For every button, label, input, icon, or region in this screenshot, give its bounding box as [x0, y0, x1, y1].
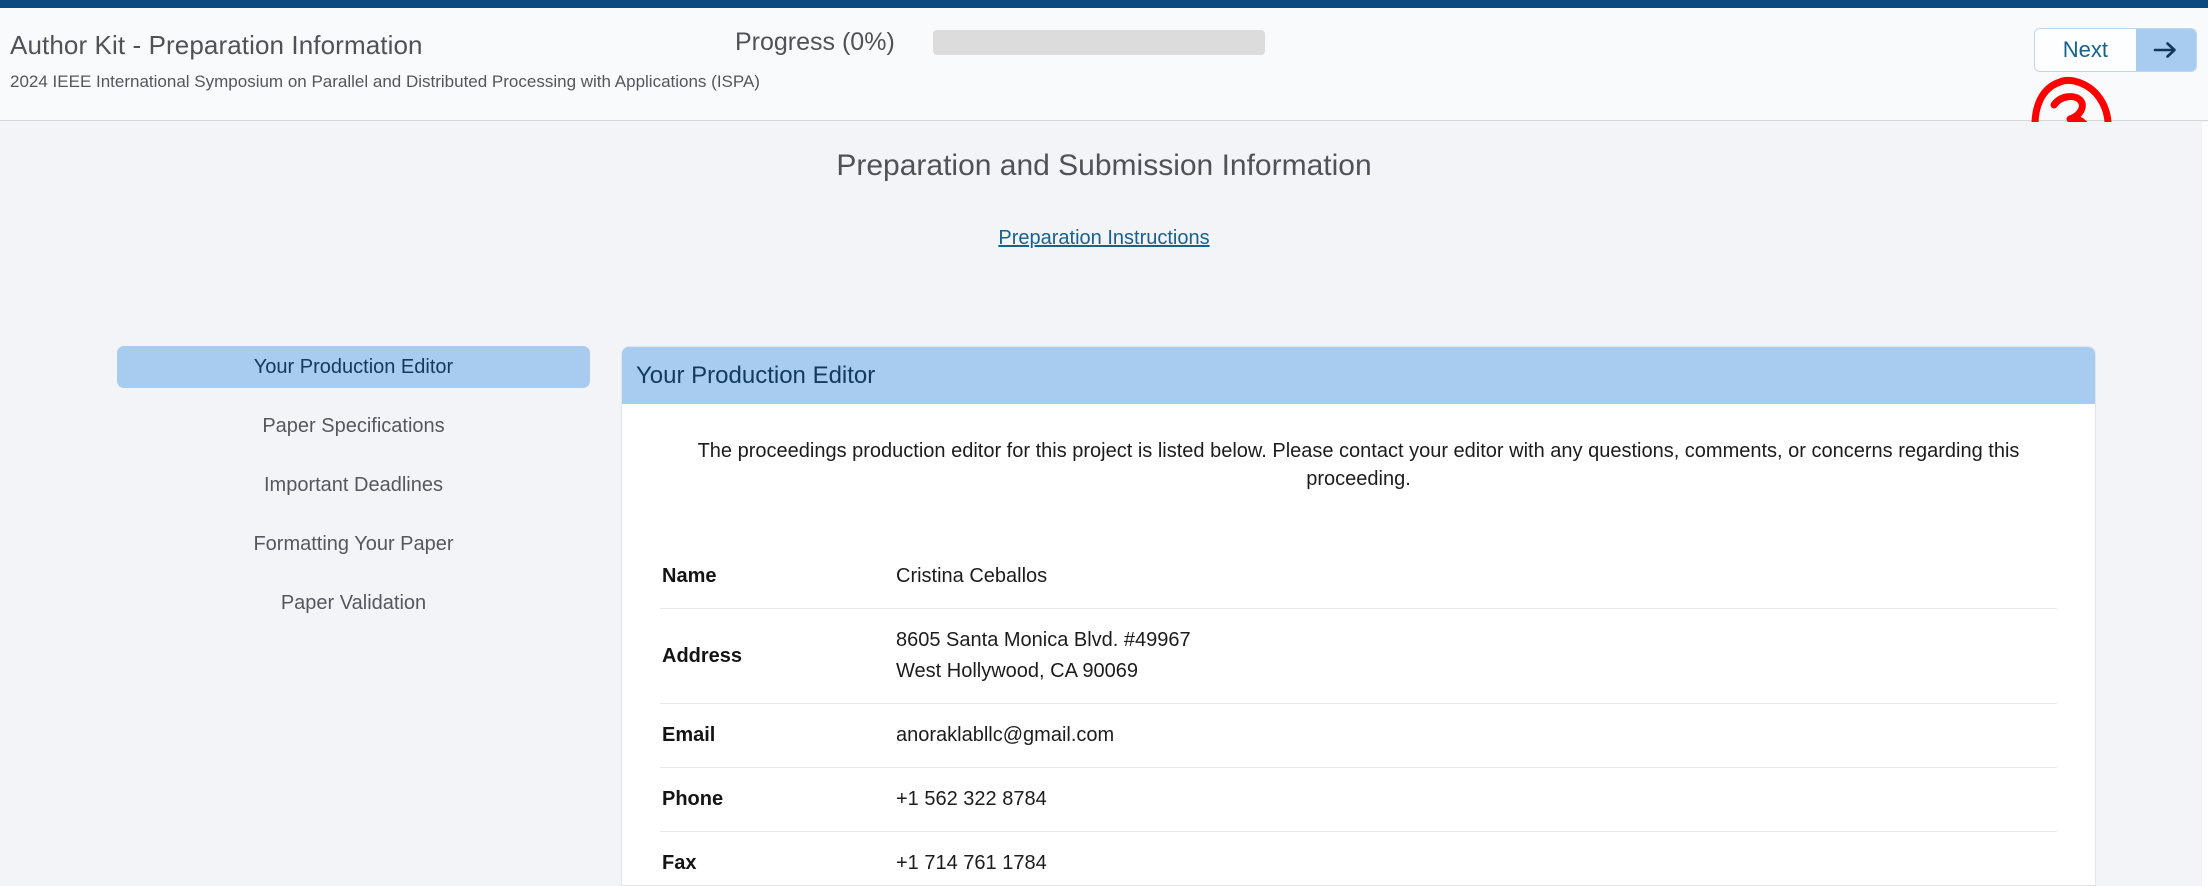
- sidebar-item-formatting-your-paper[interactable]: Formatting Your Paper: [117, 523, 590, 565]
- table-row: Phone+1 562 322 8784: [660, 768, 2057, 832]
- detail-value-line: Cristina Ceballos: [896, 561, 2057, 592]
- main-content: Preparation and Submission Information P…: [0, 122, 2208, 886]
- next-button[interactable]: Next: [2034, 28, 2197, 72]
- detail-label-name: Name: [660, 545, 896, 609]
- app-header: Author Kit - Preparation Information 202…: [0, 8, 2208, 121]
- sidebar-item-label: Your Production Editor: [254, 356, 453, 379]
- panel-body: The proceedings production editor for th…: [622, 438, 2095, 886]
- editor-details-table: NameCristina CeballosAddress8605 Santa M…: [660, 545, 2057, 886]
- detail-value-name: Cristina Ceballos: [896, 545, 2057, 609]
- detail-value-email: anoraklabllc@gmail.com: [896, 704, 2057, 768]
- sidebar-item-paper-specifications[interactable]: Paper Specifications: [117, 405, 590, 447]
- sidebar-item-your-production-editor[interactable]: Your Production Editor: [117, 346, 590, 388]
- progress-label: Progress (0%): [735, 28, 895, 57]
- section-nav: Your Production Editor Paper Specificatio…: [117, 346, 590, 641]
- panel-intro-text: The proceedings production editor for th…: [660, 438, 2057, 493]
- detail-value-fax: +1 714 761 1784: [896, 832, 2057, 886]
- production-editor-panel: Your Production Editor The proceedings p…: [621, 346, 2096, 886]
- next-button-label: Next: [2035, 29, 2136, 71]
- page-header-title: Author Kit - Preparation Information: [10, 30, 423, 61]
- detail-label-phone: Phone: [660, 768, 896, 832]
- table-row: NameCristina Ceballos: [660, 545, 2057, 609]
- table-row: Emailanoraklabllc@gmail.com: [660, 704, 2057, 768]
- sidebar-item-label: Paper Specifications: [262, 415, 444, 438]
- detail-value-address: 8605 Santa Monica Blvd. #49967West Holly…: [896, 609, 2057, 704]
- progress-bar-track: [933, 30, 1265, 55]
- detail-value-line: anoraklabllc@gmail.com: [896, 720, 2057, 751]
- prep-link-row: Preparation Instructions: [0, 227, 2208, 250]
- page-title: Preparation and Submission Information: [0, 149, 2208, 183]
- sidebar-item-label: Important Deadlines: [264, 474, 443, 497]
- detail-value-line: +1 714 761 1784: [896, 848, 2057, 879]
- table-row: Address8605 Santa Monica Blvd. #49967Wes…: [660, 609, 2057, 704]
- detail-label-email: Email: [660, 704, 896, 768]
- arrow-right-icon[interactable]: [2136, 29, 2196, 71]
- sidebar-item-label: Paper Validation: [281, 592, 426, 615]
- progress-area: Progress (0%): [735, 28, 1265, 57]
- preparation-instructions-link[interactable]: Preparation Instructions: [998, 227, 1209, 249]
- detail-value-line: West Hollywood, CA 90069: [896, 656, 2057, 687]
- top-accent-strip: [0, 0, 2208, 8]
- table-row: Fax+1 714 761 1784: [660, 832, 2057, 886]
- sidebar-item-paper-validation[interactable]: Paper Validation: [117, 582, 590, 624]
- detail-label-address: Address: [660, 609, 896, 704]
- page-root: Author Kit - Preparation Information 202…: [0, 0, 2208, 886]
- detail-value-phone: +1 562 322 8784: [896, 768, 2057, 832]
- detail-label-fax: Fax: [660, 832, 896, 886]
- detail-value-line: +1 562 322 8784: [896, 784, 2057, 815]
- conference-subtitle: 2024 IEEE International Symposium on Par…: [10, 72, 760, 92]
- sidebar-item-label: Formatting Your Paper: [253, 533, 453, 556]
- panel-header-title: Your Production Editor: [622, 347, 2095, 404]
- page-right-margin: [2202, 122, 2208, 886]
- detail-value-line: 8605 Santa Monica Blvd. #49967: [896, 625, 2057, 656]
- sidebar-item-important-deadlines[interactable]: Important Deadlines: [117, 464, 590, 506]
